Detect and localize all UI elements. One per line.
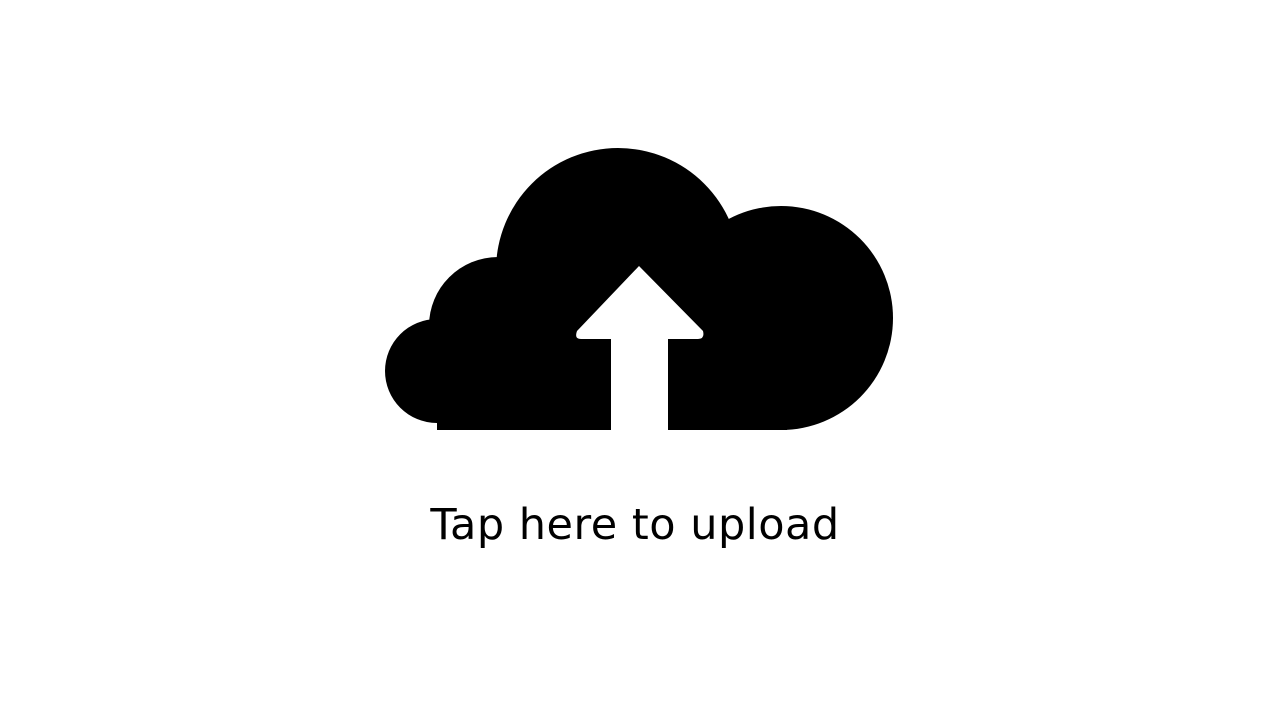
upload-dropzone[interactable]: Tap here to upload bbox=[0, 0, 1280, 720]
upload-label[interactable]: Tap here to upload bbox=[0, 497, 1270, 553]
cloud-upload-icon[interactable] bbox=[385, 148, 895, 430]
